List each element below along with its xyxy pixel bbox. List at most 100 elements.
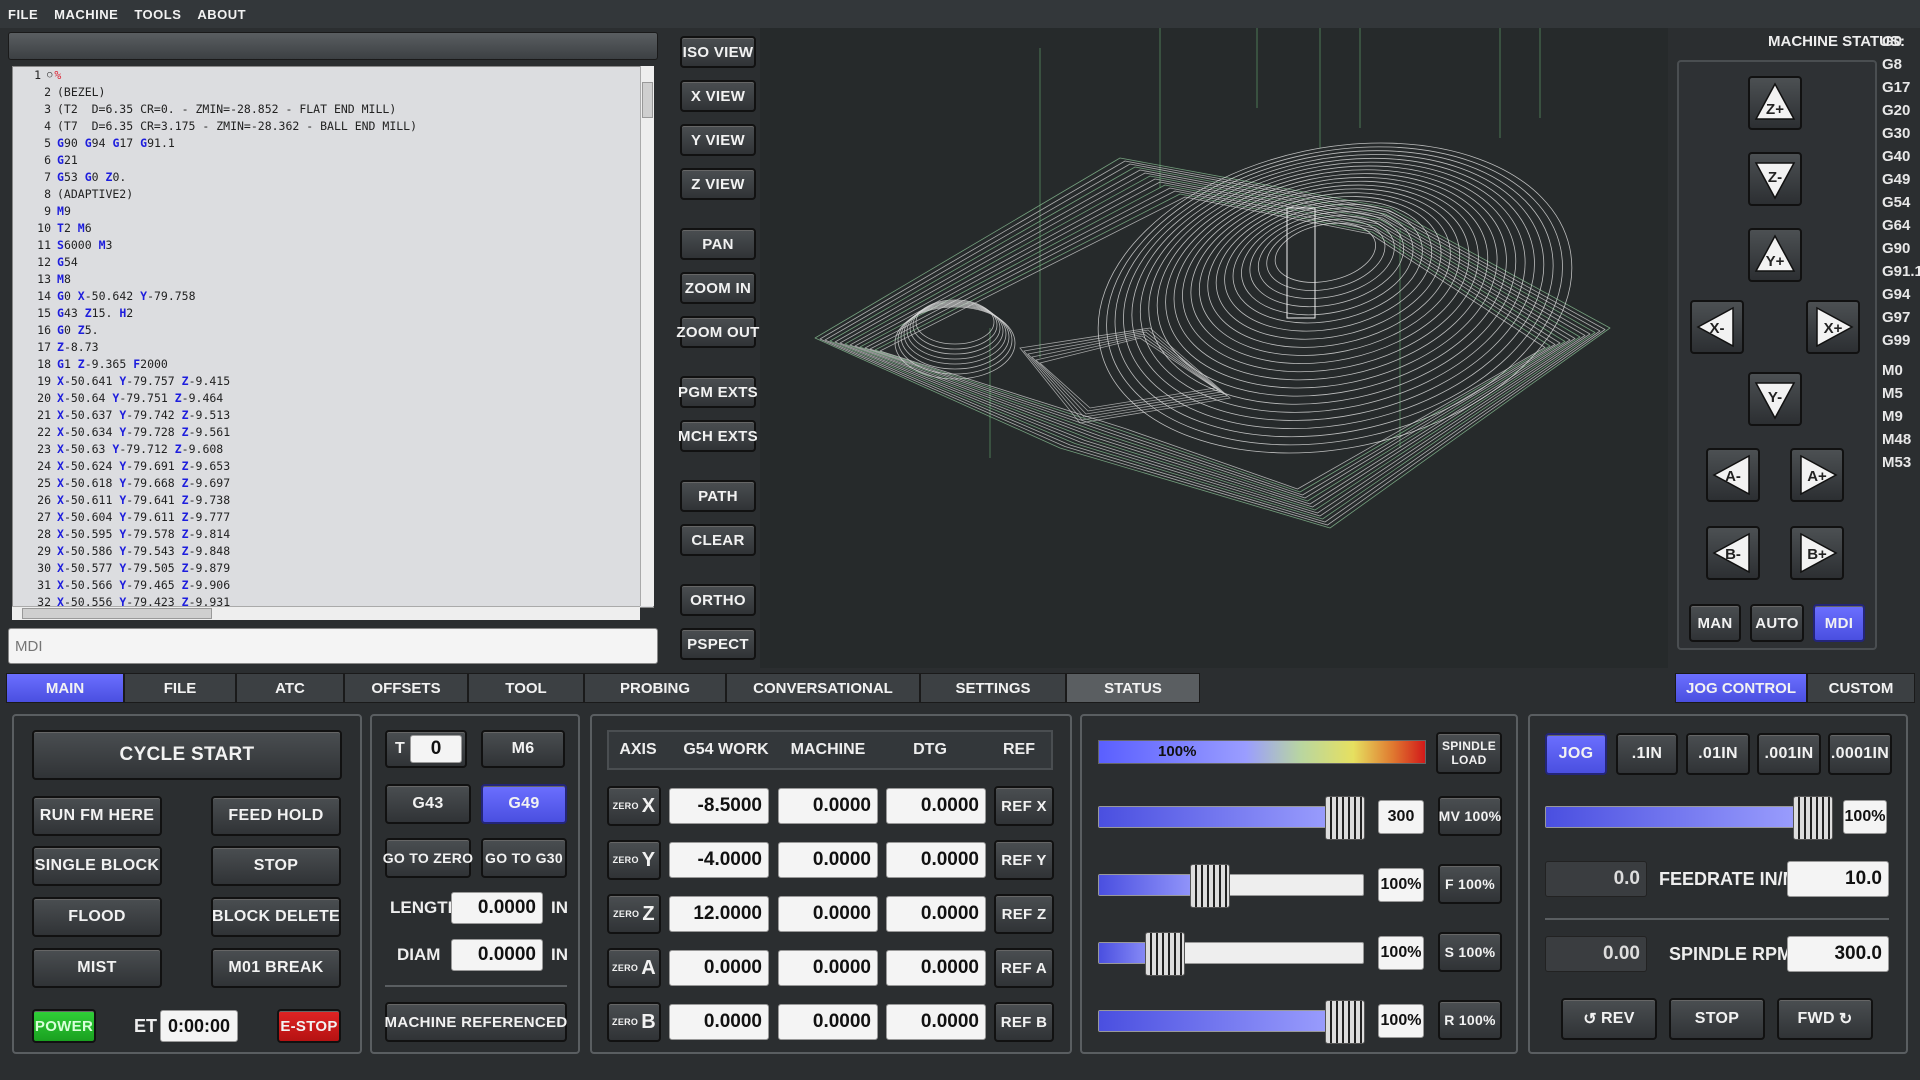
code-line[interactable]: 30 X -50.577 Y -79.505 Z -9.879 (13, 560, 653, 577)
zero-x-button[interactable]: ZERO X (607, 786, 661, 826)
code-line[interactable]: 29 X -50.586 Y -79.543 Z -9.848 (13, 543, 653, 560)
spindle-rev-button[interactable]: ↺ REV (1561, 998, 1657, 1040)
code-line[interactable]: 28 X -50.595 Y -79.578 Z -9.814 (13, 526, 653, 543)
ortho-button[interactable]: ORTHO (680, 584, 756, 616)
code-hscrollbar[interactable] (12, 606, 640, 620)
dro-work-b[interactable]: 0.0000 (669, 1004, 769, 1040)
jog-inc-0.001-button[interactable]: .001IN (1757, 733, 1821, 775)
jog-aplus-button[interactable]: A+ (1790, 448, 1844, 502)
go-to-zero-button[interactable]: GO TO ZERO (383, 838, 473, 878)
tab-conversational[interactable]: CONVERSATIONAL (726, 673, 920, 703)
code-line[interactable]: 6 G 21 (13, 152, 653, 169)
code-line[interactable]: 4 (T7 D=6.35 CR=3.175 - ZMIN=-28.362 - BA… (13, 118, 653, 135)
g49-button[interactable]: G49 (481, 784, 567, 824)
tab-atc[interactable]: ATC (236, 673, 344, 703)
dro-work-a[interactable]: 0.0000 (669, 950, 769, 986)
x-view-button[interactable]: X VIEW (680, 80, 756, 112)
max-velocity-override-reset-button[interactable]: MV 100% (1438, 796, 1502, 836)
code-line[interactable]: 17 Z -8.73 (13, 339, 653, 356)
spindle-stop-button[interactable]: STOP (1669, 998, 1765, 1040)
toolpath-viewport[interactable] (760, 28, 1668, 668)
jog-aminus-button[interactable]: A- (1706, 448, 1760, 502)
ref-a-button[interactable]: REF A (994, 948, 1054, 988)
jog-bminus-button[interactable]: B- (1706, 526, 1760, 580)
code-line[interactable]: 27 X -50.604 Y -79.611 Z -9.777 (13, 509, 653, 526)
jog-zplus-button[interactable]: Z+ (1748, 76, 1802, 130)
code-line[interactable]: 12 G 54 (13, 254, 653, 271)
tab-tool[interactable]: TOOL (468, 673, 584, 703)
jog-inc-0.0001-button[interactable]: .0001IN (1828, 733, 1892, 775)
jog-bplus-button[interactable]: B+ (1790, 526, 1844, 580)
ref-y-button[interactable]: REF Y (994, 840, 1054, 880)
feedrate-field[interactable]: 10.0 (1787, 861, 1889, 897)
jog-zminus-button[interactable]: Z- (1748, 152, 1802, 206)
dro-work-y[interactable]: -4.0000 (669, 842, 769, 878)
jog-rate-slider[interactable] (1545, 796, 1833, 840)
tool-length-field[interactable]: 0.0000 (451, 892, 543, 924)
code-line[interactable]: 11 S 6000 M3 (13, 237, 653, 254)
jog-inc-0.1-button[interactable]: .1IN (1616, 733, 1678, 775)
mode-man-button[interactable]: MAN (1689, 604, 1741, 642)
code-line[interactable]: 31 X -50.566 Y -79.465 Z -9.906 (13, 577, 653, 594)
code-line[interactable]: 1 ○% (13, 67, 653, 84)
tool-number-field[interactable]: 0 (410, 735, 462, 763)
ref-x-button[interactable]: REF X (994, 786, 1054, 826)
code-line[interactable]: 26 X -50.611 Y -79.641 Z -9.738 (13, 492, 653, 509)
slider-thumb[interactable] (1324, 796, 1365, 840)
code-line[interactable]: 7 G 53 G0 Z 0. (13, 169, 653, 186)
gcode-editor[interactable]: 1 ○% 2 (BEZEL) 3 (T2 D=6.35 CR=0. - ZMIN=-28.… (12, 66, 654, 608)
cycle-start-button[interactable]: CYCLE START (32, 730, 342, 780)
code-line[interactable]: 25 X -50.618 Y -79.668 Z -9.697 (13, 475, 653, 492)
slider-thumb[interactable] (1324, 1000, 1365, 1044)
iso-view-button[interactable]: ISO VIEW (680, 36, 756, 68)
menu-tools[interactable]: TOOLS (134, 7, 181, 22)
pgm-exts-button[interactable]: PGM EXTS (678, 376, 758, 408)
zero-z-button[interactable]: ZERO Z (607, 894, 661, 934)
g43-button[interactable]: G43 (385, 784, 471, 824)
code-line[interactable]: 5 G 90 G 94 G 17 G 91.1 (13, 135, 653, 152)
mch-exts-button[interactable]: MCH EXTS (678, 420, 758, 452)
menu-about[interactable]: ABOUT (197, 7, 246, 22)
go-to-g30-button[interactable]: GO TO G30 (481, 838, 567, 878)
ref-z-button[interactable]: REF Z (994, 894, 1054, 934)
rapid-override-reset-button[interactable]: R 100% (1438, 1000, 1502, 1040)
ref-b-button[interactable]: REF B (994, 1002, 1054, 1042)
code-line[interactable]: 20 X -50.64 Y -79.751 Z -9.464 (13, 390, 653, 407)
zero-a-button[interactable]: ZERO A (607, 948, 661, 988)
zoom-out-button[interactable]: ZOOM OUT (676, 316, 759, 348)
slider-thumb[interactable] (1792, 796, 1833, 840)
jog-inc-0.01-button[interactable]: .01IN (1686, 733, 1750, 775)
mode-auto-button[interactable]: AUTO (1750, 604, 1804, 642)
block-delete-button[interactable]: BLOCK DELETE (211, 897, 341, 937)
code-line[interactable]: 24 X -50.624 Y -79.691 Z -9.653 (13, 458, 653, 475)
code-line[interactable]: 14 G 0 X -50.642 Y -79.758 (13, 288, 653, 305)
code-line[interactable]: 23 X -50.63 Y -79.712 Z -9.608 (13, 441, 653, 458)
max-velocity-override-slider[interactable] (1098, 796, 1365, 840)
flood-button[interactable]: FLOOD (32, 897, 162, 937)
code-line[interactable]: 3 (T2 D=6.35 CR=0. - ZMIN=-28.852 - FLAT … (13, 101, 653, 118)
code-scrollbar[interactable] (640, 66, 654, 606)
jog-yminus-button[interactable]: Y- (1748, 372, 1802, 426)
rapid-override-slider[interactable] (1098, 1000, 1365, 1044)
code-line[interactable]: 15 G 43 Z 15. H2 (13, 305, 653, 322)
slider-thumb[interactable] (1145, 932, 1185, 976)
mist-button[interactable]: MIST (32, 948, 162, 988)
tab-probing[interactable]: PROBING (584, 673, 726, 703)
code-line[interactable]: 2 (BEZEL) (13, 84, 653, 101)
pan-button[interactable]: PAN (680, 228, 756, 260)
m01-break-button[interactable]: M01 BREAK (211, 948, 341, 988)
single-block-button[interactable]: SINGLE BLOCK (32, 846, 162, 886)
zoom-in-button[interactable]: ZOOM IN (680, 272, 756, 304)
code-line[interactable]: 9M9 (13, 203, 653, 220)
feed-hold-button[interactable]: FEED HOLD (211, 796, 341, 836)
feed-override-reset-button[interactable]: F 100% (1438, 864, 1502, 904)
tab-main[interactable]: MAIN (6, 673, 124, 703)
slider-thumb[interactable] (1189, 864, 1230, 908)
estop-button[interactable]: E-STOP (277, 1009, 341, 1043)
tab-custom[interactable]: CUSTOM (1807, 673, 1915, 703)
tab-status[interactable]: STATUS (1066, 673, 1200, 703)
tab-settings[interactable]: SETTINGS (920, 673, 1066, 703)
code-line[interactable]: 22 X -50.634 Y -79.728 Z -9.561 (13, 424, 653, 441)
tab-jog-control[interactable]: JOG CONTROL (1675, 673, 1807, 703)
power-button[interactable]: POWER (32, 1009, 96, 1043)
